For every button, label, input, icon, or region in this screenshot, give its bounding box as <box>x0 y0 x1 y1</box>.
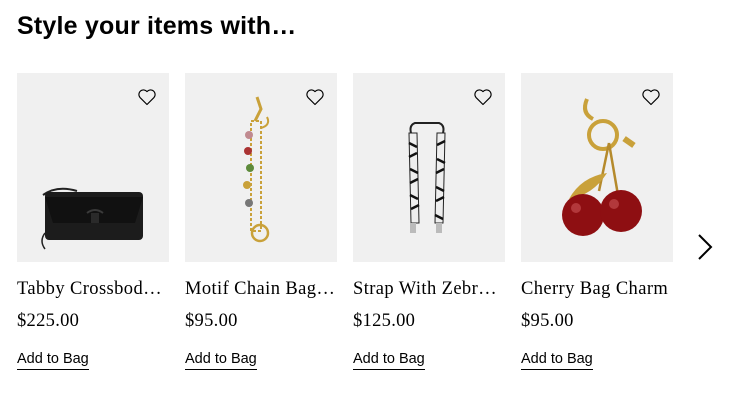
add-to-bag-button[interactable]: Add to Bag <box>17 350 89 370</box>
heart-outline-icon[interactable] <box>641 87 661 107</box>
heart-outline-icon[interactable] <box>305 87 325 107</box>
product-price: $125.00 <box>353 311 416 331</box>
chevron-right-icon[interactable] <box>693 232 717 262</box>
product-image-link[interactable] <box>353 73 505 262</box>
product-image-link[interactable] <box>17 73 169 262</box>
add-to-bag-button[interactable]: Add to Bag <box>521 350 593 370</box>
heart-outline-icon[interactable] <box>473 87 493 107</box>
product-price: $95.00 <box>185 311 238 331</box>
product-price: $225.00 <box>17 311 80 331</box>
product-image-link[interactable] <box>185 73 337 262</box>
section-title: Style your items with… <box>17 12 297 40</box>
product-name[interactable]: Cherry Bag Charm <box>521 277 673 301</box>
add-to-bag-button[interactable]: Add to Bag <box>353 350 425 370</box>
product-card: Tabby Crossbody Bag $225.00 Add to Bag <box>17 73 169 383</box>
product-name[interactable]: Motif Chain Bag Charm <box>185 277 337 301</box>
add-to-bag-button[interactable]: Add to Bag <box>185 350 257 370</box>
product-card: Strap With Zebra Print $125.00 Add to Ba… <box>353 73 505 383</box>
product-card: Cherry Bag Charm $95.00 Add to Bag <box>521 73 673 383</box>
product-price: $95.00 <box>521 311 574 331</box>
product-name[interactable]: Tabby Crossbody Bag <box>17 277 169 301</box>
product-carousel: Tabby Crossbody Bag $225.00 Add to Bag M… <box>17 73 717 383</box>
product-name[interactable]: Strap With Zebra Print <box>353 277 505 301</box>
product-card: Motif Chain Bag Charm $95.00 Add to Bag <box>185 73 337 383</box>
heart-outline-icon[interactable] <box>137 87 157 107</box>
product-image-link[interactable] <box>521 73 673 262</box>
